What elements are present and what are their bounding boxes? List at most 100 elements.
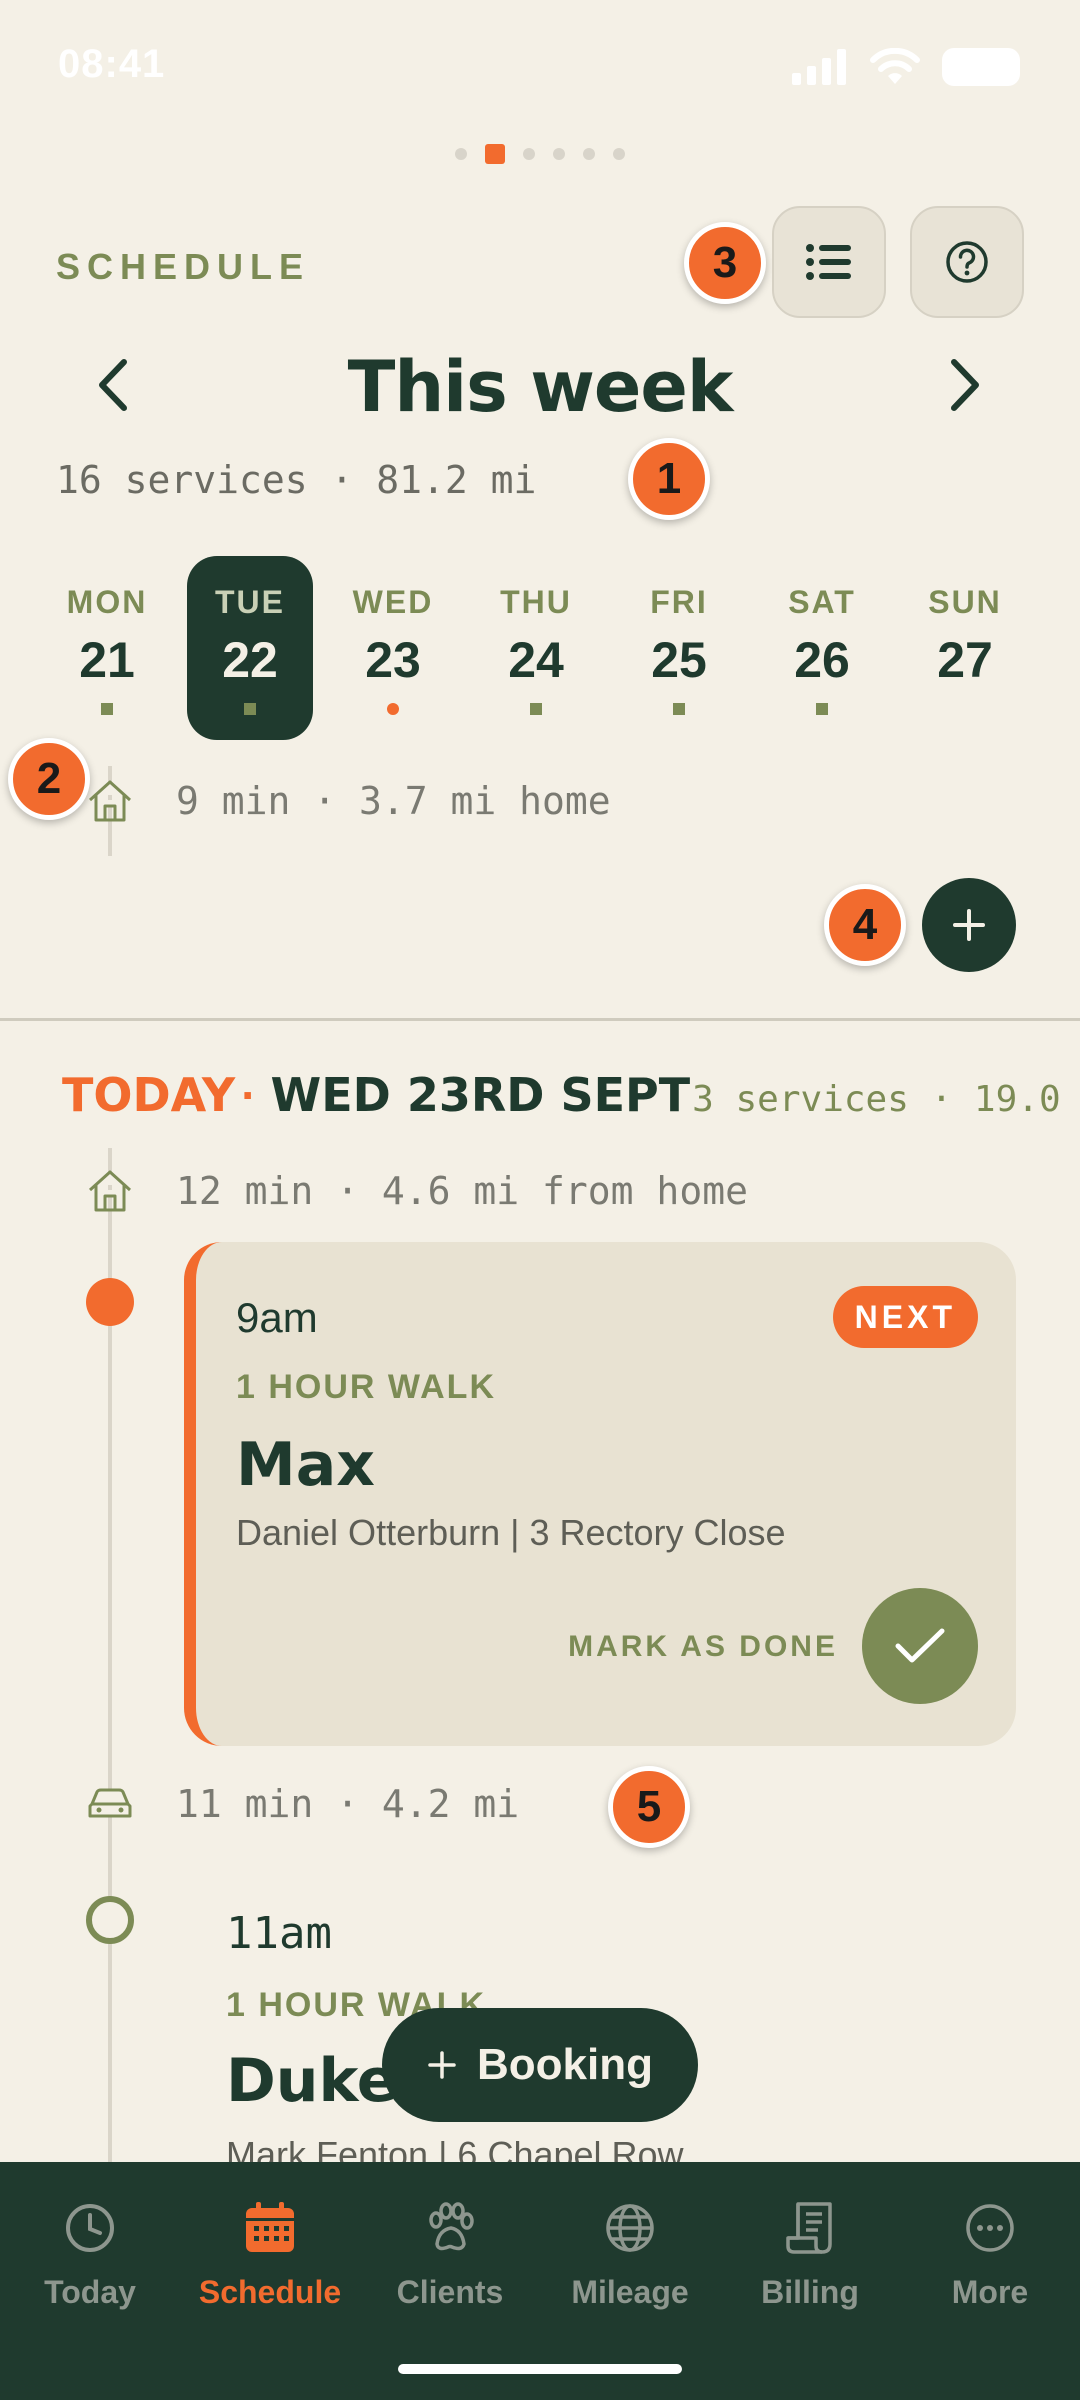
nav-more[interactable]: More: [900, 2200, 1080, 2311]
today-header: TODAY · WED 23RD SEPT 3 services · 19.0 …: [62, 1068, 1080, 1122]
pet-name: Max: [236, 1430, 375, 1500]
home-icon: [88, 1170, 132, 1212]
day-number: 23: [365, 632, 421, 688]
day-service-marker: [530, 703, 542, 715]
annotation-badge-5: 5: [608, 1766, 690, 1848]
status-icons: [792, 48, 1020, 86]
wifi-icon: [870, 48, 920, 84]
chevron-right-icon: [951, 359, 979, 411]
day-strip: MON 21 TUE 22 WED 23 THU 24 FRI 25 SAT 26 SUN 27: [44, 556, 1044, 740]
receipt-icon: [786, 2202, 832, 2254]
plus-icon: [953, 909, 985, 941]
service-time: 9am: [236, 1294, 318, 1341]
day-thu[interactable]: THU 24: [473, 556, 599, 740]
page-dot-active: [485, 144, 505, 164]
nav-today[interactable]: Today: [0, 2200, 180, 2311]
day-service-marker: [673, 703, 685, 715]
divider: [0, 1018, 1080, 1021]
nav-schedule[interactable]: Schedule: [180, 2200, 360, 2311]
today-summary: 3 services · 19.0 mi: [692, 1079, 1080, 1120]
day-fri[interactable]: FRI 25: [616, 556, 742, 740]
add-service-button[interactable]: [922, 878, 1016, 972]
service-time: 11am: [226, 1908, 332, 1959]
today-label: TODAY: [62, 1068, 236, 1122]
day-name: SAT: [788, 584, 856, 620]
drive-row: 11 min · 4.2 mi: [86, 1782, 519, 1826]
more-icon: [966, 2204, 1014, 2252]
next-week-button[interactable]: [930, 350, 1000, 420]
day-name: THU: [500, 584, 572, 620]
page-dot: [613, 148, 625, 160]
home-icon: [88, 780, 132, 822]
nav-today-label: Today: [44, 2274, 136, 2310]
nav-billing[interactable]: Billing: [720, 2200, 900, 2311]
mark-as-done-button[interactable]: [862, 1588, 978, 1704]
mark-as-done-label: MARK AS DONE: [568, 1630, 838, 1663]
service-card[interactable]: 9am NEXT 1 HOUR WALK Max Daniel Otterbur…: [184, 1242, 1016, 1746]
day-name: TUE: [215, 584, 285, 620]
day-name: SUN: [928, 584, 1002, 620]
help-button[interactable]: [910, 206, 1024, 318]
list-view-button[interactable]: [772, 206, 886, 318]
page-dot: [553, 148, 565, 160]
day-tue[interactable]: TUE 22: [187, 556, 313, 740]
from-home-text: 12 min · 4.6 mi from home: [176, 1169, 748, 1213]
section-label: SCHEDULE: [56, 246, 311, 287]
service-type: 1 HOUR WALK: [236, 1368, 496, 1406]
day-mon[interactable]: MON 21: [44, 556, 170, 740]
day-name: FRI: [650, 584, 708, 620]
day-wed[interactable]: WED 23: [330, 556, 456, 740]
page-dot: [583, 148, 595, 160]
calendar-icon: [246, 2202, 294, 2252]
week-title: This week: [347, 346, 734, 428]
day-sun[interactable]: SUN 27: [902, 556, 1028, 740]
next-badge: NEXT: [832, 1286, 978, 1348]
home-indicator[interactable]: [398, 2364, 682, 2374]
nav-clients[interactable]: Clients: [360, 2200, 540, 2311]
day-name: WED: [352, 584, 434, 620]
day-service-marker: [244, 703, 256, 715]
today-separator: ·: [241, 1069, 257, 1121]
help-icon: [946, 241, 988, 283]
home-travel-text: 9 min · 3.7 mi home: [176, 779, 611, 823]
timeline-dot-upcoming: [86, 1896, 134, 1944]
nav-billing-label: Billing: [761, 2274, 859, 2310]
today-date: WED 23RD SEPT: [270, 1068, 691, 1122]
day-name: MON: [66, 584, 148, 620]
signal-icon: [792, 49, 846, 85]
new-booking-button[interactable]: Booking: [382, 2008, 698, 2122]
timeline-dot-current: [86, 1278, 134, 1326]
day-service-marker: [387, 703, 399, 715]
pet-name: Duke: [226, 2046, 398, 2116]
week-summary: 16 services · 81.2 mi: [56, 458, 537, 502]
globe-icon: [606, 2204, 654, 2252]
day-sat[interactable]: SAT 26: [759, 556, 885, 740]
day-number: 26: [794, 632, 850, 688]
page-indicator: [0, 144, 1080, 164]
paw-icon: [429, 2202, 474, 2251]
home-travel-row: 9 min · 3.7 mi home: [86, 778, 611, 824]
annotation-badge-1: 1: [628, 438, 710, 520]
annotation-badge-4: 4: [824, 884, 906, 966]
nav-mileage[interactable]: Mileage: [540, 2200, 720, 2311]
booking-label: Booking: [477, 2040, 653, 2089]
annotation-badge-2: 2: [8, 738, 90, 820]
nav-schedule-label: Schedule: [198, 2274, 342, 2310]
from-home-row: 12 min · 4.6 mi from home: [86, 1168, 748, 1214]
car-icon: [88, 1788, 132, 1818]
nav-mileage-label: Mileage: [571, 2274, 689, 2310]
list-icon: [806, 244, 851, 280]
nav-more-label: More: [951, 2274, 1029, 2310]
day-service-marker: [101, 703, 113, 715]
plus-icon: [428, 2051, 456, 2079]
day-number: 27: [937, 632, 993, 688]
checkmark-icon: [895, 1628, 945, 1663]
status-time: 08:41: [58, 42, 166, 86]
day-number: 22: [222, 632, 278, 688]
clock-icon: [66, 2204, 114, 2252]
drive-text: 11 min · 4.2 mi: [176, 1782, 520, 1826]
day-service-marker: [816, 703, 828, 715]
annotation-badge-3: 3: [684, 222, 766, 304]
page-dot: [523, 148, 535, 160]
day-number: 24: [508, 632, 564, 688]
